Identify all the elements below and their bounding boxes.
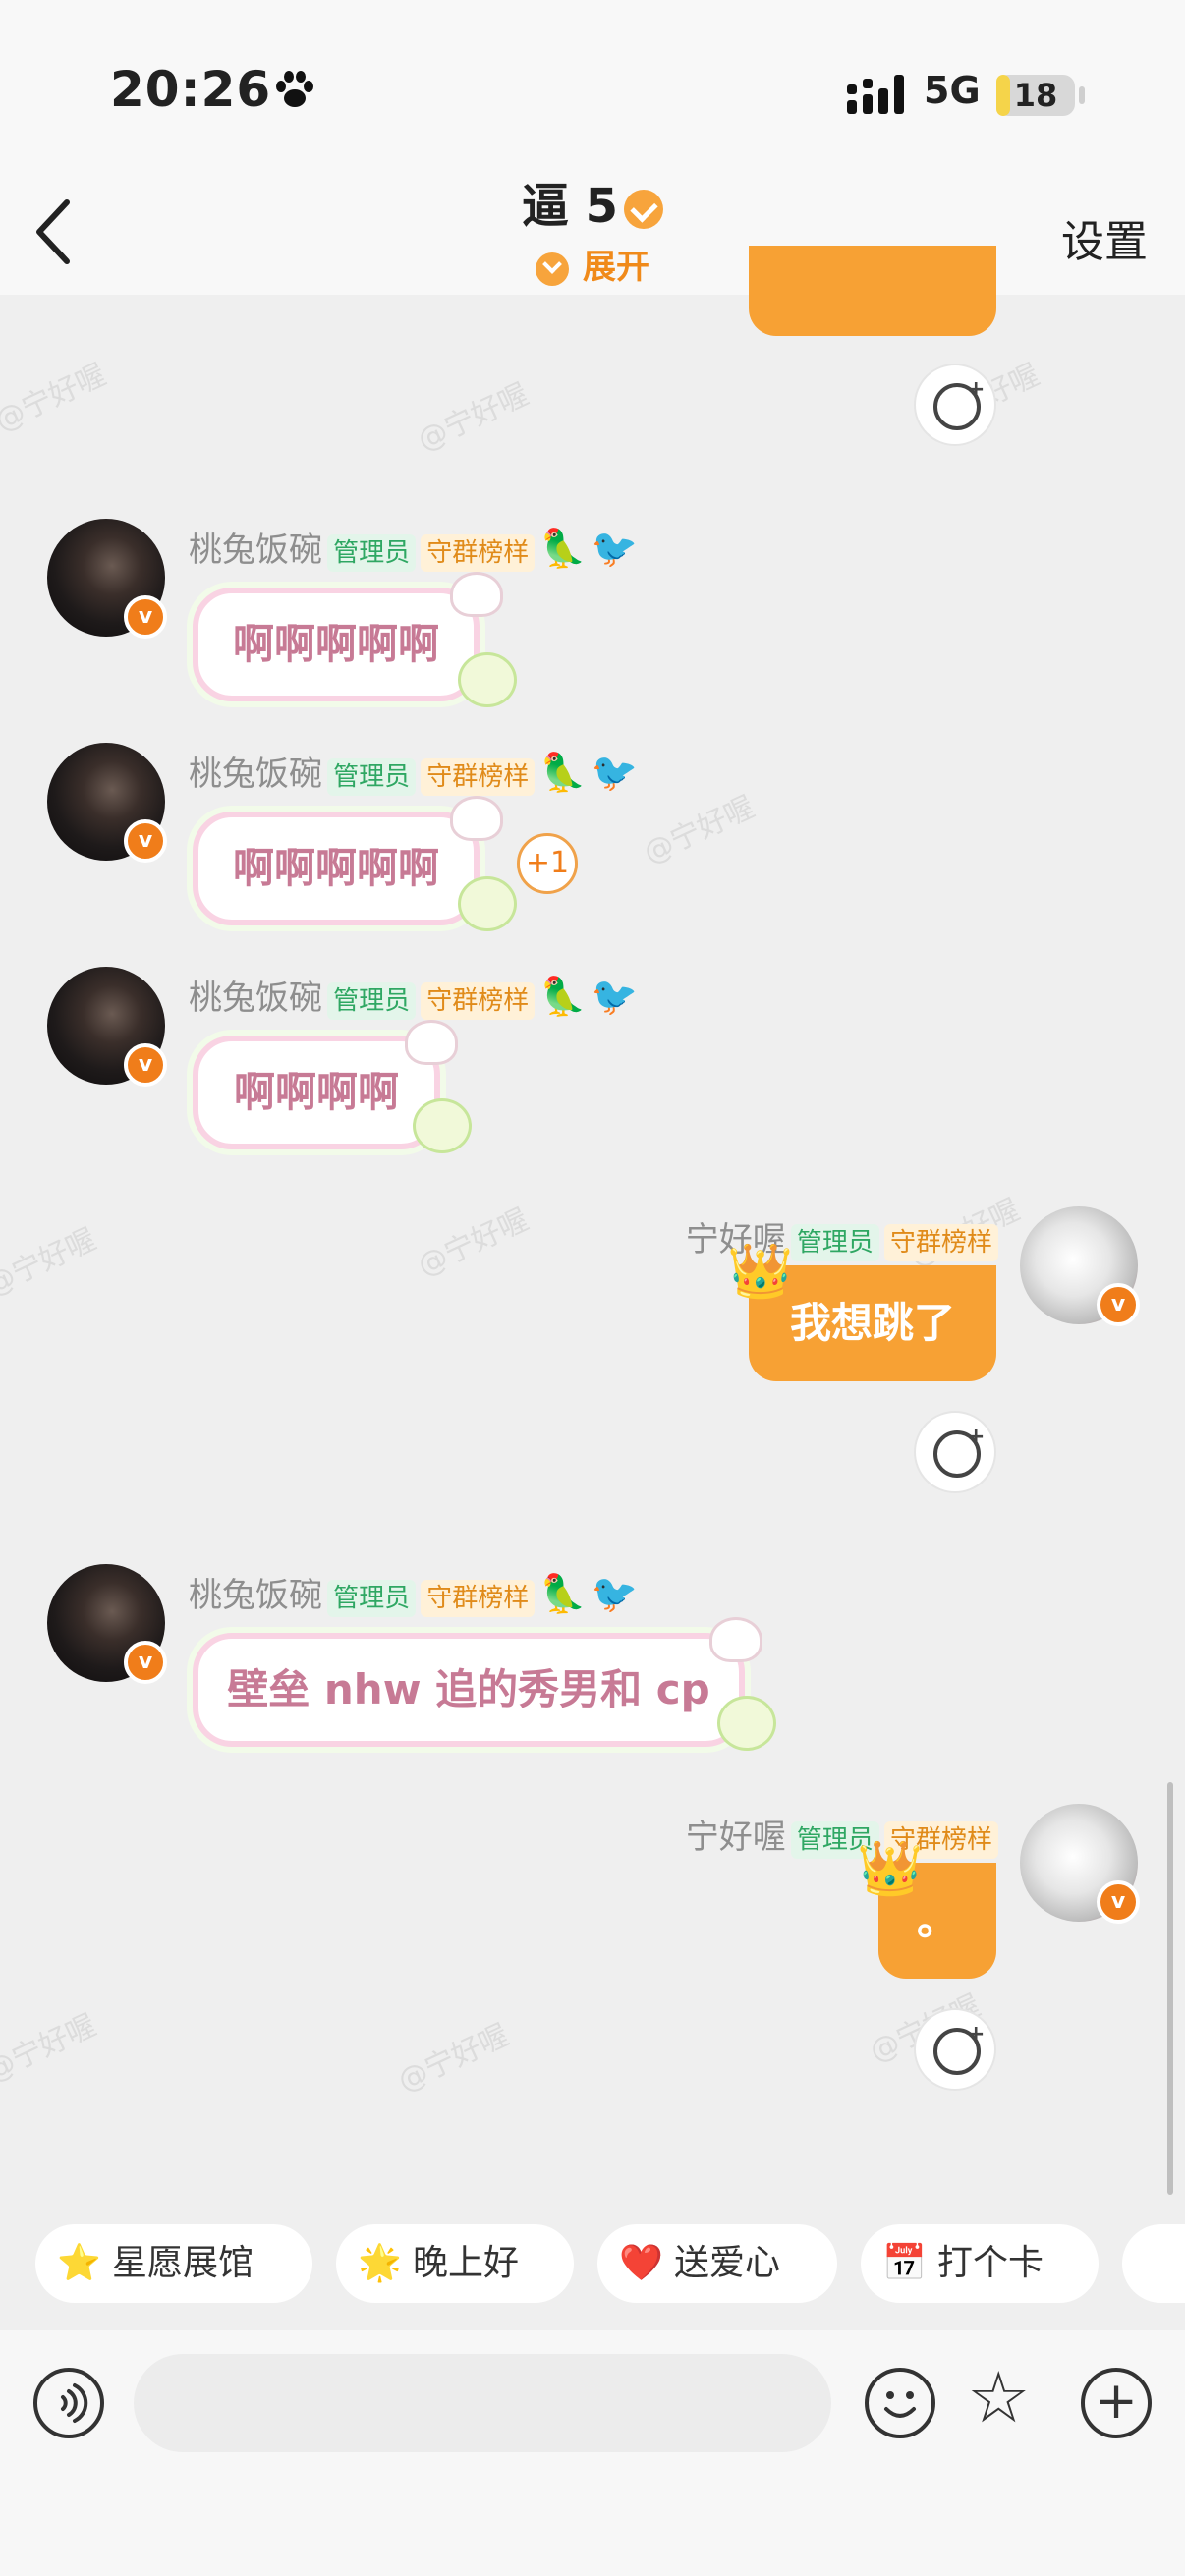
reaction-button[interactable]: + [914,364,996,446]
username[interactable]: 桃兔饭碗 [189,979,322,1018]
add-icon[interactable]: + [1081,2368,1152,2438]
calendar-icon: 📅 [882,2243,927,2283]
bird-icon: 🐦 [591,975,639,1018]
watermark: @宁好喔 [392,2017,515,2100]
ghost-sticker-icon [709,1617,762,1662]
verified-icon: v [124,595,167,639]
message-bubble-partial[interactable] [749,246,996,336]
admin-tag: 管理员 [327,982,417,1020]
bird-icon: 🐦 [591,1572,639,1615]
message-header: 桃兔饭碗 管理员 守群榜样 🦜 🐦 [189,747,639,796]
watermark: @宁好喔 [0,1221,102,1304]
ghost-sticker-icon [405,1020,458,1065]
guard-tag: 守群榜样 [421,758,536,796]
plus-icon: + [967,2022,986,2046]
star-icon: ⭐ [57,2243,101,2283]
voice-icon[interactable] [33,2368,104,2438]
cloud-sticker-icon [717,1696,776,1751]
heart-icon: ❤️ [619,2243,663,2283]
watermark: @宁好喔 [412,376,535,459]
admin-tag: 管理员 [790,1224,879,1261]
message-bubble[interactable]: 啊啊啊啊啊 [193,588,480,701]
guard-tag: 守群榜样 [421,982,536,1020]
group-name: 逼 5 [521,179,619,234]
username[interactable]: 桃兔饭碗 [189,755,322,794]
expand-label: 展开 [583,248,649,287]
cloud-sticker-icon [458,652,517,707]
status-time: 20:26 [110,61,272,118]
watermark: @宁好喔 [0,357,112,439]
chevron-down-icon [536,252,569,286]
verified-icon: v [1097,1880,1140,1924]
network-type: 5G [924,69,981,112]
crown-icon: 👑 [857,1837,924,1899]
username[interactable]: 桃兔饭碗 [189,531,322,570]
message-input[interactable] [134,2354,831,2452]
admin-tag: 管理员 [327,1580,417,1617]
quick-reply-chip[interactable]: ⭐ 星愿展馆 [35,2224,312,2303]
sticker-icon[interactable]: ☆ [967,2362,1031,2433]
reaction-button[interactable]: + [914,1411,996,1493]
message-header: 宁好喔 管理员 守群榜样 [664,1810,998,1859]
message-bubble[interactable]: 啊啊啊啊 [193,1036,440,1149]
watermark: @宁好喔 [638,789,761,871]
settings-button[interactable]: 设置 [1061,206,1148,269]
battery-level: 18 [1013,77,1058,114]
message-bubble[interactable]: 啊啊啊啊啊 [193,812,480,925]
crown-icon: 👑 [727,1240,794,1302]
verified-icon: v [124,819,167,863]
star-face-icon: 🌟 [358,2243,402,2283]
battery-tip [1079,86,1085,104]
parrot-icon: 🦜 [539,527,587,570]
parrot-icon: 🦜 [539,1572,587,1615]
bird-icon: 🐦 [591,751,639,794]
cloud-sticker-icon [458,876,517,931]
message-header: 桃兔饭碗 管理员 守群榜样 🦜 🐦 [189,523,639,572]
quick-reply-chip[interactable]: 📅 打个卡 [861,2224,1099,2303]
ghost-sticker-icon [450,572,503,617]
watermark: @宁好喔 [412,1202,535,1284]
bird-icon: 🐦 [591,527,639,570]
guard-tag: 守群榜样 [421,534,536,572]
admin-tag: 管理员 [327,534,417,572]
plus-icon: + [967,1425,986,1449]
plus-icon: + [967,377,986,402]
guard-tag: 守群榜样 [421,1580,536,1617]
guard-tag: 守群榜样 [883,1224,998,1261]
plus-one-button[interactable]: +1 [517,833,578,894]
chip-label: 打个卡 [937,2243,1044,2283]
verified-icon: v [124,1641,167,1684]
scrollbar[interactable] [1167,1782,1173,2195]
signal-icon [847,75,904,114]
message-bubble[interactable]: 壁垒 nhw 追的秀男和 cp [193,1633,745,1747]
emoji-icon[interactable] [865,2368,935,2438]
message-header: 宁好喔 管理员 守群榜样 [664,1212,998,1261]
message-header: 桃兔饭碗 管理员 守群榜样 🦜 🐦 [189,1568,639,1617]
page-title: 逼 5 [0,167,1185,236]
chip-label: 送爱心 [674,2243,781,2283]
message-header: 桃兔饭碗 管理员 守群榜样 🦜 🐦 [189,971,639,1020]
cloud-sticker-icon [413,1098,472,1153]
ghost-sticker-icon [450,796,503,841]
expand-button[interactable]: 展开 [0,240,1185,288]
quick-reply-chip[interactable]: ❤️ 送爱心 [597,2224,837,2303]
watermark: @宁好喔 [0,2007,102,2090]
reaction-button[interactable]: + [914,2008,996,2091]
verified-icon: v [1097,1283,1140,1326]
admin-tag: 管理员 [327,758,417,796]
parrot-icon: 🦜 [539,975,587,1018]
paw-icon [276,71,313,107]
quick-reply-chip[interactable]: 🌟 晚上好 [336,2224,574,2303]
username[interactable]: 桃兔饭碗 [189,1576,322,1615]
username[interactable]: 宁好喔 [686,1818,786,1857]
quick-reply-chip-partial[interactable] [1122,2224,1185,2303]
verified-icon [624,190,664,229]
chip-label: 晚上好 [413,2243,520,2283]
chip-label: 星愿展馆 [112,2243,254,2283]
verified-icon: v [124,1043,167,1087]
parrot-icon: 🦜 [539,751,587,794]
